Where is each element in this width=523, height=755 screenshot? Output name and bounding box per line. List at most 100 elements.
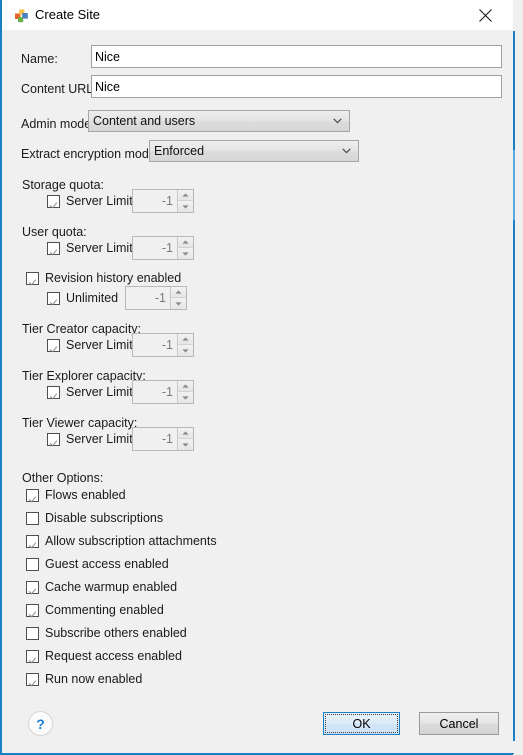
- spinner-down-icon[interactable]: [178, 201, 193, 212]
- tier-creator-capacity-label: Tier Creator capacity:: [22, 322, 142, 336]
- spinner-value: -1: [133, 428, 177, 450]
- option-flows-enabled[interactable]: Flows enabled: [26, 488, 126, 502]
- spinner-value: -1: [133, 334, 177, 356]
- checkbox-box: [47, 194, 60, 208]
- spinner-up-icon[interactable]: [171, 287, 186, 298]
- spinner-up-icon[interactable]: [178, 190, 193, 201]
- spinner-buttons[interactable]: [170, 287, 186, 309]
- option-guest-access-enabled[interactable]: Guest access enabled: [26, 557, 169, 571]
- checkbox-label: Server Limit: [66, 338, 133, 352]
- cancel-button-label: Cancel: [439, 716, 479, 731]
- dialog-body: Name: Content URL Admin mode: Content an…: [2, 30, 513, 700]
- chevron-down-icon: [342, 148, 351, 154]
- user-quota-label: User quota:: [22, 225, 87, 239]
- checkbox-box: [47, 385, 60, 399]
- create-site-dialog: Create Site Name: Content URL Admin mode…: [0, 0, 514, 755]
- ok-button[interactable]: OK: [323, 712, 400, 735]
- revision-history-unlimited-checkbox[interactable]: Unlimited: [47, 291, 118, 305]
- question-mark-icon[interactable]: ?: [28, 711, 53, 736]
- extract-encryption-mode-label: Extract encryption mode:: [21, 147, 160, 161]
- checkbox-box: [26, 271, 39, 285]
- option-request-access-enabled[interactable]: Request access enabled: [26, 649, 182, 663]
- option-run-now-enabled[interactable]: Run now enabled: [26, 672, 142, 686]
- tier-explorer-capacity-label: Tier Explorer capacity:: [22, 369, 146, 383]
- cancel-button[interactable]: Cancel: [419, 712, 499, 735]
- checkbox-label: Server Limit: [66, 194, 133, 208]
- storage-quota-server-limit-checkbox[interactable]: Server Limit: [47, 194, 133, 208]
- content-url-label: Content URL: [21, 82, 94, 96]
- spinner-down-icon[interactable]: [178, 345, 193, 356]
- checkbox-box: [47, 291, 60, 305]
- extract-encryption-mode-select[interactable]: Enforced: [149, 140, 359, 162]
- option-disable-subscriptions[interactable]: Disable subscriptions: [26, 511, 163, 525]
- storage-quota-spinner[interactable]: -1: [132, 189, 194, 213]
- name-input[interactable]: [91, 45, 502, 68]
- close-icon[interactable]: [463, 0, 507, 30]
- user-quota-spinner[interactable]: -1: [132, 236, 194, 260]
- spinner-up-icon[interactable]: [178, 428, 193, 439]
- tableau-site-icon: [15, 8, 30, 23]
- option-allow-subscription-attachments[interactable]: Allow subscription attachments: [26, 534, 217, 548]
- spinner-down-icon[interactable]: [178, 248, 193, 259]
- spinner-down-icon[interactable]: [178, 439, 193, 450]
- admin-mode-label: Admin mode:: [21, 117, 95, 131]
- admin-mode-select[interactable]: Content and users: [88, 110, 350, 132]
- tier-explorer-spinner[interactable]: -1: [132, 380, 194, 404]
- spinner-value: -1: [133, 190, 177, 212]
- option-commenting-enabled[interactable]: Commenting enabled: [26, 603, 164, 617]
- checkbox-label: Subscribe others enabled: [45, 626, 187, 640]
- spinner-up-icon[interactable]: [178, 381, 193, 392]
- checkbox-label: Server Limit: [66, 241, 133, 255]
- checkbox-box: [26, 603, 39, 617]
- checkbox-box: [47, 432, 60, 446]
- chevron-down-icon: [333, 118, 342, 124]
- checkbox-label: Request access enabled: [45, 649, 182, 663]
- checkbox-label: Unlimited: [66, 291, 119, 305]
- tier-viewer-capacity-label: Tier Viewer capacity:: [22, 416, 138, 430]
- tier-viewer-spinner[interactable]: -1: [132, 427, 194, 451]
- spinner-down-icon[interactable]: [171, 298, 186, 309]
- checkbox-box: [47, 338, 60, 352]
- revision-history-spinner[interactable]: -1: [125, 286, 187, 310]
- checkbox-box: [26, 580, 39, 594]
- tier-creator-spinner[interactable]: -1: [132, 333, 194, 357]
- checkbox-label: Commenting enabled: [45, 603, 164, 617]
- background-scrollbar-track[interactable]: [513, 31, 515, 741]
- checkbox-box: [26, 557, 39, 571]
- revision-history-enabled-checkbox[interactable]: Revision history enabled: [26, 271, 181, 285]
- checkbox-box: [26, 672, 39, 686]
- spinner-buttons[interactable]: [177, 237, 193, 259]
- dialog-titlebar[interactable]: Create Site: [2, 0, 513, 30]
- option-subscribe-others-enabled[interactable]: Subscribe others enabled: [26, 626, 187, 640]
- help-label: ?: [36, 715, 45, 732]
- checkbox-label: Guest access enabled: [45, 557, 169, 571]
- checkbox-label: Allow subscription attachments: [45, 534, 217, 548]
- content-url-input[interactable]: [91, 75, 502, 98]
- tier-explorer-server-limit-checkbox[interactable]: Server Limit: [47, 385, 133, 399]
- checkbox-box: [47, 241, 60, 255]
- spinner-buttons[interactable]: [177, 334, 193, 356]
- user-quota-server-limit-checkbox[interactable]: Server Limit: [47, 241, 133, 255]
- checkbox-label: Cache warmup enabled: [45, 580, 178, 594]
- spinner-down-icon[interactable]: [178, 392, 193, 403]
- ok-button-label: OK: [352, 716, 371, 731]
- checkbox-label: Revision history enabled: [45, 271, 182, 285]
- storage-quota-label: Storage quota:: [22, 178, 105, 192]
- checkbox-box: [26, 534, 39, 548]
- tier-creator-server-limit-checkbox[interactable]: Server Limit: [47, 338, 133, 352]
- checkbox-box: [26, 511, 39, 525]
- spinner-value: -1: [133, 237, 177, 259]
- extract-encryption-mode-value: Enforced: [154, 144, 205, 158]
- spinner-buttons[interactable]: [177, 190, 193, 212]
- spinner-up-icon[interactable]: [178, 237, 193, 248]
- checkbox-label: Run now enabled: [45, 672, 143, 686]
- spinner-buttons[interactable]: [177, 428, 193, 450]
- spinner-up-icon[interactable]: [178, 334, 193, 345]
- tier-viewer-server-limit-checkbox[interactable]: Server Limit: [47, 432, 133, 446]
- spinner-buttons[interactable]: [177, 381, 193, 403]
- other-options-heading: Other Options:: [22, 471, 104, 485]
- dialog-title: Create Site: [35, 7, 101, 22]
- checkbox-label: Flows enabled: [45, 488, 126, 502]
- checkbox-box: [26, 626, 39, 640]
- option-cache-warmup-enabled[interactable]: Cache warmup enabled: [26, 580, 177, 594]
